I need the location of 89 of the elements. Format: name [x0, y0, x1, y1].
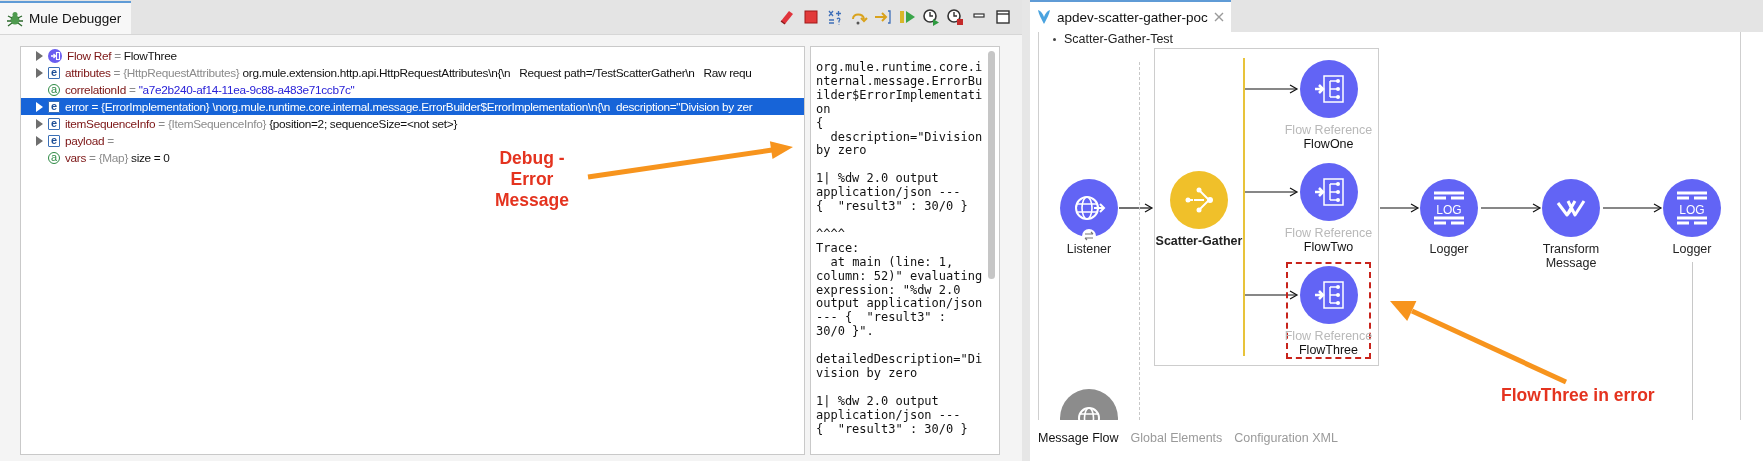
variable-name: payload — [65, 133, 105, 148]
expression-icon[interactable] — [826, 8, 844, 26]
stop-icon[interactable] — [802, 8, 820, 26]
variable-row[interactable]: a correlationId = "a7e2b240-af14-11ea-9c88-a483e71ccb7c" — [21, 81, 359, 98]
clock-play-icon[interactable] — [922, 8, 940, 26]
variable-row[interactable]: e attributes = {HttpRequestAttributes} org.mule.extension.http.api.HttpRequestAttributes\n{\n Request path=/TestScatterGather\n Raw requ — [21, 64, 756, 81]
variable-name: error — [65, 99, 89, 114]
equals-sign: = — [129, 82, 136, 97]
variable-row[interactable]: a vars = {Map} size = 0 — [21, 149, 174, 166]
node-label: Logger — [1672, 242, 1712, 256]
equals-sign: = — [89, 150, 96, 165]
flow-reference-node[interactable] — [1299, 163, 1358, 221]
variable-value: "a7e2b240-af14-11ea-9c88-a483e71ccb7c" — [138, 82, 355, 97]
eraser-icon[interactable] — [778, 8, 796, 26]
equals-sign: = — [113, 65, 121, 80]
maximize-icon[interactable] — [994, 8, 1012, 26]
view-tab[interactable]: Message Flow — [1038, 431, 1119, 445]
logger-node[interactable]: LOG — [1663, 179, 1721, 237]
connector-arrow — [1379, 203, 1420, 213]
equals-sign: = — [114, 48, 121, 63]
node-label: FlowOne — [1303, 137, 1354, 152]
connector-arrow — [1243, 290, 1299, 300]
close-icon[interactable] — [1212, 11, 1225, 23]
flow-reference-node[interactable] — [1299, 266, 1358, 324]
scatter-gather-scope[interactable] — [1154, 48, 1379, 366]
node-label: FlowThree — [1298, 343, 1358, 358]
variable-type: {HttpRequestAttributes} — [123, 65, 240, 80]
type-badge: e — [48, 117, 60, 130]
connector-arrow — [1602, 203, 1663, 213]
editor-tab[interactable]: apdev-scatter-gather-poc — [1030, 0, 1231, 32]
variable-name: itemSequenceInfo — [65, 116, 156, 131]
node-label: Transform Message — [1541, 242, 1601, 270]
variable-value: {position=2; sequenceSize=<not set>} — [269, 116, 458, 131]
variable-name: correlationId — [65, 82, 127, 97]
flow-reference-node[interactable] — [1299, 60, 1358, 118]
type-badge: a — [48, 83, 60, 96]
variable-row[interactable]: e error = {ErrorImplementation} \norg.mule.runtime.core.internal.message.ErrorBuilder$ErrorImplementation\n{\n description="Division by zer — [21, 98, 804, 115]
type-badge: e — [48, 134, 60, 147]
node-label: Logger — [1429, 242, 1469, 256]
equals-sign: = — [158, 116, 165, 131]
variable-value: org.mule.extension.http.api.HttpRequestAttributes\n{\n Request path=/TestScatterGather\n Raw requ — [242, 65, 752, 80]
expand-arrow-icon[interactable] — [35, 50, 43, 61]
expand-arrow-icon[interactable] — [35, 101, 43, 112]
node-type-label: Flow Reference — [1284, 226, 1373, 240]
node-label: Scatter-Gather — [1155, 234, 1243, 248]
variable-value: FlowThree — [123, 48, 177, 63]
equals-sign: = — [107, 133, 114, 148]
annotation-text: FlowThree in error — [1501, 385, 1655, 406]
expand-arrow-icon[interactable] — [35, 135, 43, 146]
sync-badge-icon — [1082, 229, 1096, 243]
detail-text: org.mule.runtime.core.internal.message.ErrorBuilder$ErrorImplementation { description="Division by zero 1| %dw 2.0 output application/json --- { "result3" : 30/0 } ^^^^ Trace: at main (line: 1, column: 52)" evaluating expression: "%dw 2.0 output application/json --- { "result3" : 30/0 }". detailedDescription="Division by zero 1| %dw 2.0 output application/json --- { "result3" : 30/0 } — [816, 61, 983, 437]
transform-node[interactable] — [1542, 179, 1600, 237]
variable-type: {ItemSequenceInfo} — [167, 116, 267, 131]
connector-arrow — [1480, 203, 1542, 213]
connector-arrow — [1118, 203, 1154, 213]
bug-icon — [6, 9, 24, 28]
variable-row[interactable]: Flow Ref = FlowThree — [21, 47, 181, 64]
bullet-icon — [1053, 37, 1056, 41]
variable-name: vars — [65, 150, 87, 165]
resume-icon[interactable] — [898, 8, 916, 26]
variable-value: size = 0 — [131, 150, 170, 165]
variable-name: Flow Ref — [67, 48, 112, 63]
variable-type: {Map} — [98, 150, 129, 165]
type-badge: a — [48, 151, 60, 164]
expand-arrow-icon[interactable] — [35, 118, 43, 129]
annotation-text: Debug - Error Message — [494, 148, 570, 211]
debugger-tab[interactable]: Mule Debugger — [0, 1, 132, 34]
type-badge: e — [48, 100, 60, 113]
expand-arrow-icon[interactable] — [35, 67, 43, 78]
node-type-label: Flow Reference — [1284, 329, 1373, 343]
step-into-icon[interactable] — [874, 8, 892, 26]
clock-stop-icon[interactable] — [946, 8, 964, 26]
connector-arrow — [1243, 187, 1299, 197]
logger-node[interactable]: LOG — [1420, 179, 1478, 237]
breadcrumb[interactable]: Scatter-Gather-Test — [1064, 32, 1174, 46]
connector-arrow — [1243, 84, 1299, 94]
variable-type: {ErrorImplementation} — [101, 99, 210, 114]
variable-row[interactable]: e payload = — [21, 132, 118, 149]
variable-value: \norg.mule.runtime.core.internal.message.ErrorBuilder$ErrorImplementation\n{\n description="Division by zer — [212, 99, 753, 114]
variable-name: attributes — [65, 65, 111, 80]
node-label: Listener — [1066, 242, 1112, 256]
variable-row[interactable]: e itemSequenceInfo = {ItemSequenceInfo} {position=2; sequenceSize=<not set>} — [21, 115, 462, 132]
node-type-label: Flow Reference — [1284, 123, 1373, 137]
node-label: FlowTwo — [1303, 240, 1354, 255]
scatter-gather-node[interactable] — [1170, 171, 1228, 229]
type-badge: e — [48, 66, 60, 79]
scrollbar[interactable] — [988, 51, 995, 279]
equals-sign: = — [91, 99, 98, 114]
app-icon — [1036, 8, 1052, 26]
